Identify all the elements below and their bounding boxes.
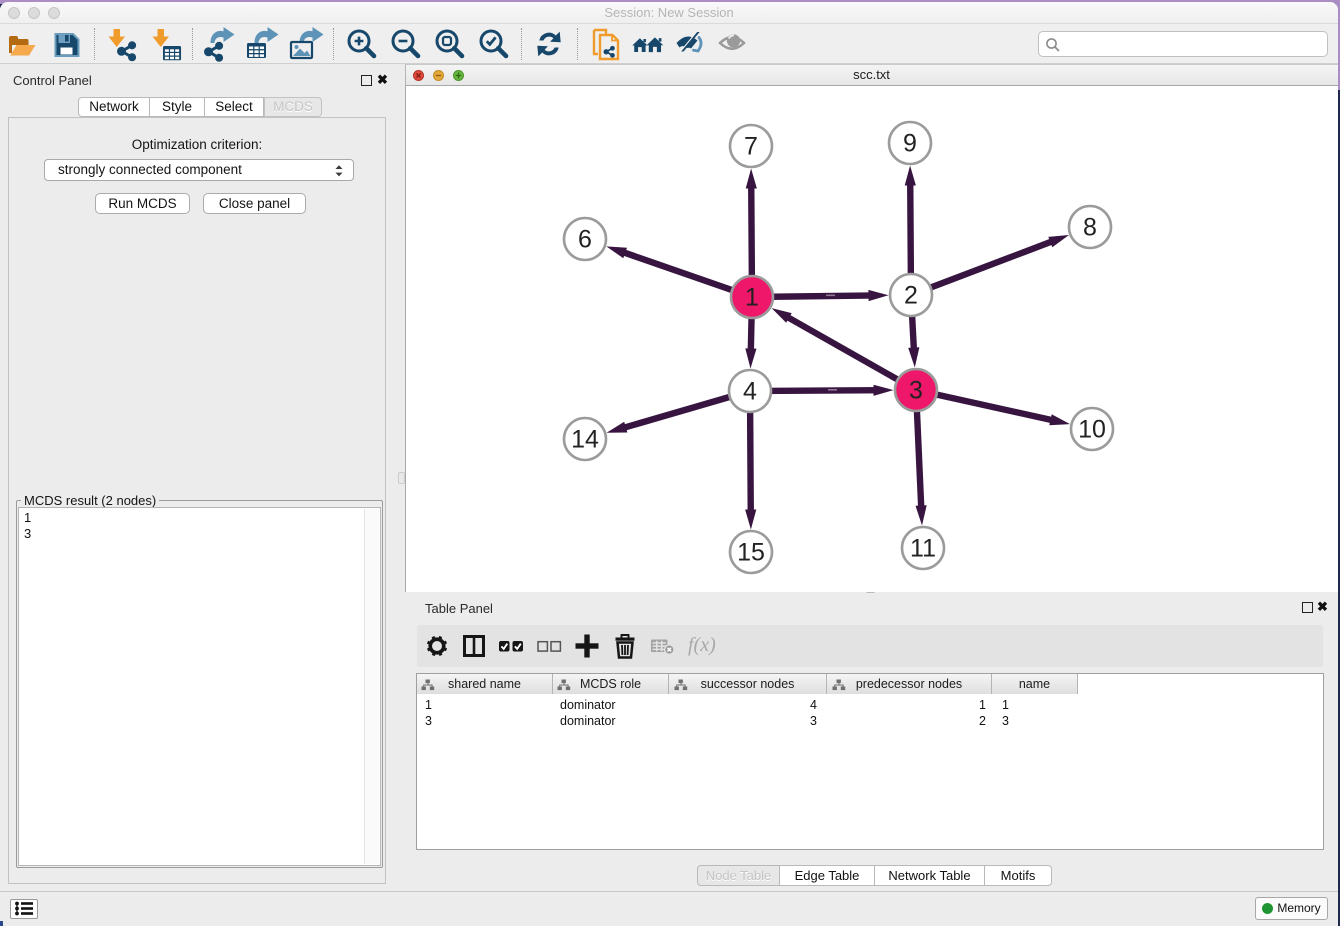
svg-text:8: 8: [1083, 214, 1097, 242]
svg-text:2: 2: [904, 282, 918, 310]
svg-text:7: 7: [744, 133, 758, 161]
svg-text:4: 4: [743, 378, 757, 406]
svg-text:3: 3: [909, 377, 923, 405]
svg-text:6: 6: [578, 226, 592, 254]
svg-text:1: 1: [745, 284, 759, 312]
svg-text:14: 14: [571, 426, 599, 454]
svg-text:9: 9: [903, 130, 917, 158]
svg-text:15: 15: [737, 539, 765, 567]
svg-text:11: 11: [910, 535, 936, 563]
svg-text:10: 10: [1078, 416, 1106, 444]
